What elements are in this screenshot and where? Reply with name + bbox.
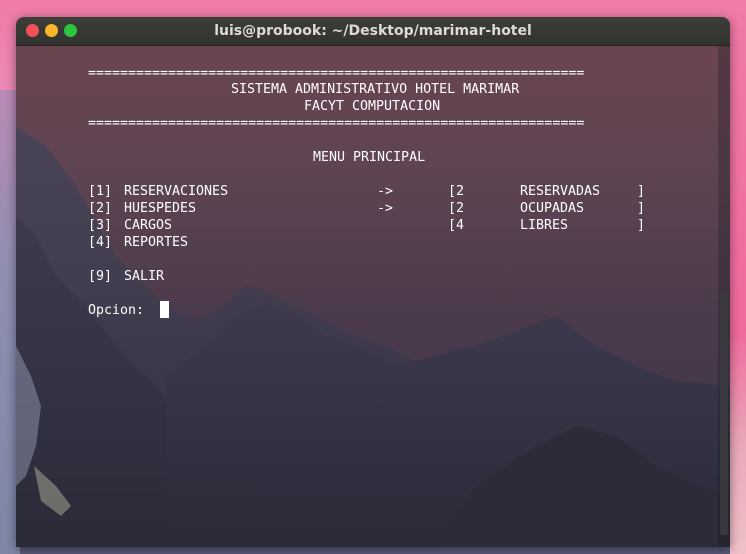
status-count-libres: [4 <box>448 218 465 233</box>
window-title: luis@probook: ~/Desktop/marimar-hotel <box>214 23 532 39</box>
menu-item-salir: SALIR <box>124 269 165 284</box>
status-label-reservadas: RESERVADAS <box>520 184 601 199</box>
arrow-huespedes: -> <box>377 201 394 216</box>
terminal-window: luis@probook: ~/Desktop/marimar-hotel ==… <box>16 17 730 547</box>
menu-item-key-3: [3] <box>88 218 113 233</box>
menu-item-key-1: [1] <box>88 184 113 199</box>
option-prompt: Opcion: <box>88 303 145 318</box>
scrollbar-thumb[interactable] <box>720 294 728 535</box>
desktop-wallpaper-right <box>730 0 746 554</box>
arrow-reservaciones: -> <box>377 184 394 199</box>
menu-item-reportes: REPORTES <box>124 235 189 250</box>
menu-item-key-9: [9] <box>88 269 113 284</box>
system-subtitle: FACYT COMPUTACION <box>304 99 441 114</box>
status-count-reservadas: [2 <box>448 184 465 199</box>
text-cursor[interactable] <box>160 301 169 318</box>
system-title: SISTEMA ADMINISTRATIVO HOTEL MARIMAR <box>231 82 520 97</box>
header-rule-top: ========================================… <box>88 66 585 81</box>
menu-item-reservaciones: RESERVACIONES <box>124 184 229 199</box>
menu-heading: MENU PRINCIPAL <box>313 150 426 165</box>
status-label-libres: LIBRES <box>520 218 569 233</box>
status-label-ocupadas: OCUPADAS <box>520 201 585 216</box>
menu-item-huespedes: HUESPEDES <box>124 201 197 216</box>
terminal-scrollbar[interactable] <box>718 46 730 547</box>
menu-item-key-2: [2] <box>88 201 113 216</box>
status-close-reservadas: ] <box>637 184 646 199</box>
terminal-output: ========================================… <box>16 46 718 547</box>
terminal-area[interactable]: ========================================… <box>16 46 730 547</box>
status-count-ocupadas: [2 <box>448 201 465 216</box>
title-bar[interactable]: luis@probook: ~/Desktop/marimar-hotel <box>16 17 730 46</box>
header-rule-bottom: ========================================… <box>88 116 585 131</box>
status-close-libres: ] <box>637 218 646 233</box>
status-close-ocupadas: ] <box>637 201 646 216</box>
menu-item-cargos: CARGOS <box>124 218 173 233</box>
menu-item-key-4: [4] <box>88 235 113 250</box>
